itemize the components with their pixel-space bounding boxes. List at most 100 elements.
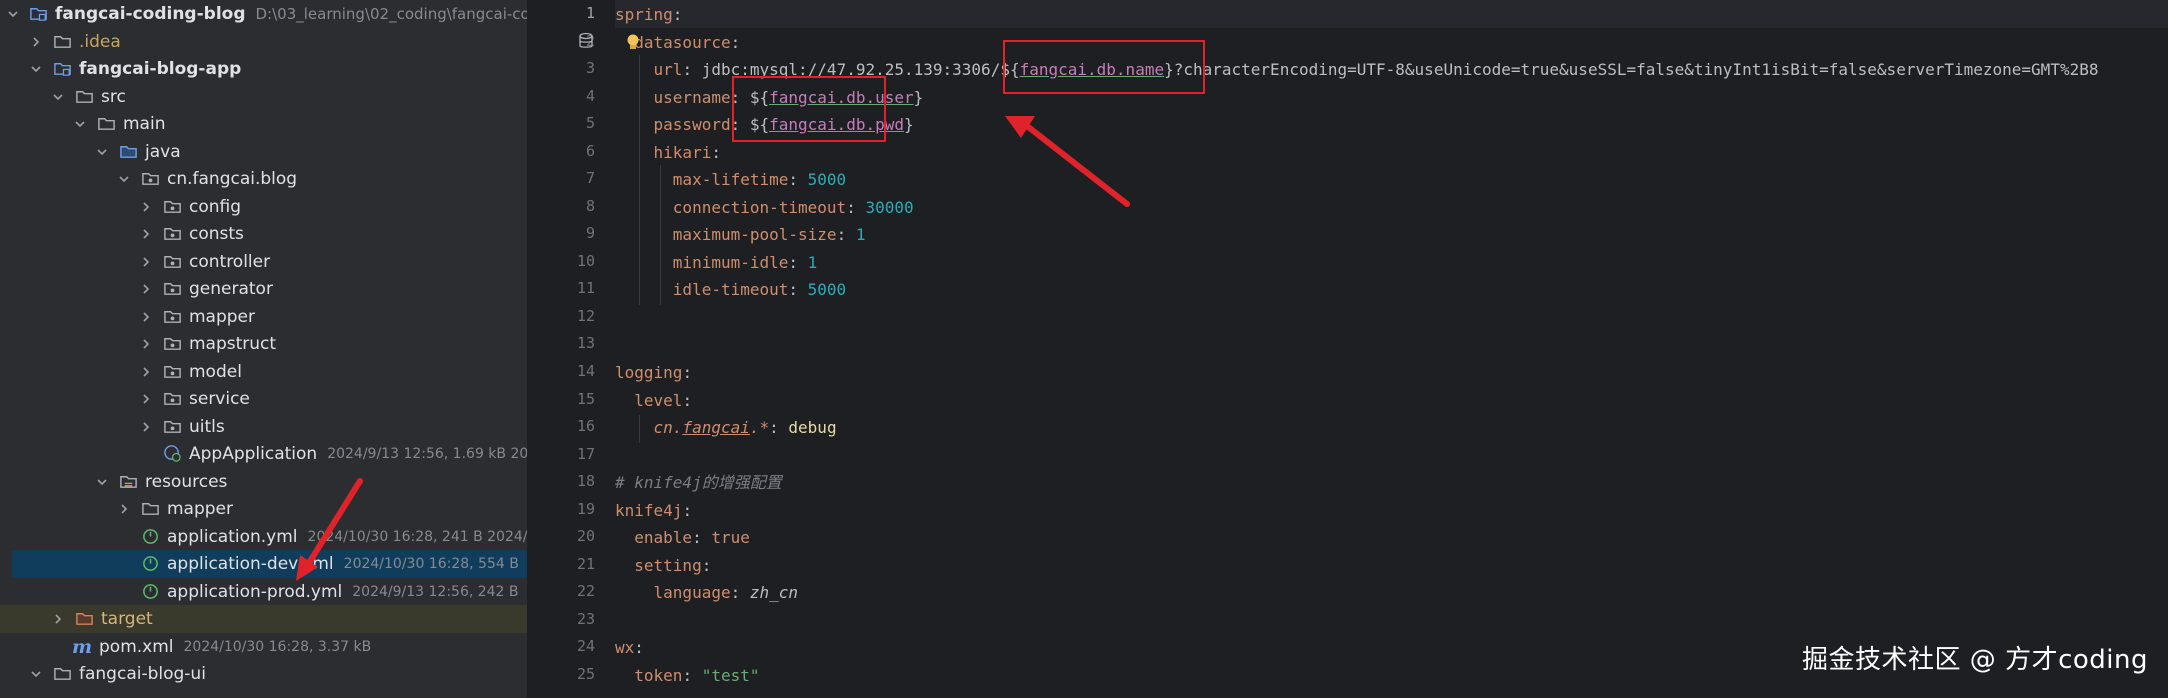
- tree-label: src: [101, 86, 126, 107]
- chevron-right-icon[interactable]: [138, 336, 154, 352]
- module-folder-icon: [28, 4, 48, 24]
- tree-item-package-model[interactable]: model: [0, 358, 527, 386]
- code-line-16[interactable]: cn.fangcai.*: debug: [615, 414, 837, 442]
- chevron-down-icon[interactable]: [94, 474, 110, 490]
- package-icon: [162, 389, 182, 409]
- code-line-6[interactable]: hikari:: [615, 139, 721, 167]
- tree-label: java: [145, 141, 181, 162]
- tree-item-resources[interactable]: resources: [0, 468, 527, 496]
- code-line-24[interactable]: wx:: [615, 634, 644, 662]
- yaml-key: language: [653, 583, 731, 602]
- chevron-down-icon[interactable]: [72, 116, 88, 132]
- chevron-down-icon[interactable]: [28, 61, 44, 77]
- yaml-key: max-lifetime: [672, 170, 789, 189]
- code-editor[interactable]: 1 2 3 4 5 6 7 8 9 10 11 12 13 14 15 16 1…: [527, 0, 2168, 698]
- code-line-25[interactable]: token: "test": [615, 662, 759, 690]
- yaml-key: cn.: [653, 418, 683, 437]
- tree-item-target[interactable]: target: [0, 605, 527, 633]
- tree-item-src[interactable]: src: [0, 83, 527, 111]
- code-line-18[interactable]: # knife4j的增强配置: [615, 469, 782, 497]
- chevron-right-icon[interactable]: [138, 419, 154, 435]
- yaml-key: datasource: [634, 33, 731, 52]
- tree-item-package-uitls[interactable]: uitls: [0, 413, 527, 441]
- yaml-comment: # knife4j的增强配置: [615, 473, 782, 492]
- tree-item-package-consts[interactable]: consts: [0, 220, 527, 248]
- tree-label: config: [189, 196, 242, 217]
- code-line-1[interactable]: spring:: [615, 1, 682, 29]
- tree-item-java[interactable]: java: [0, 138, 527, 166]
- code-line-8[interactable]: connection-timeout: 30000: [615, 194, 914, 222]
- code-line-21[interactable]: setting:: [615, 552, 711, 580]
- tree-label: mapstruct: [189, 333, 277, 354]
- tree-item-main[interactable]: main: [0, 110, 527, 138]
- code-line-11[interactable]: idle-timeout: 5000: [615, 276, 846, 304]
- tree-item-pom[interactable]: m pom.xml 2024/10/30 16:28, 3.37 kB: [0, 633, 527, 661]
- line-number: 16: [576, 417, 595, 435]
- tree-item-ui-module[interactable]: fangcai-blog-ui: [0, 660, 527, 688]
- yaml-key: url: [653, 60, 683, 79]
- database-icon[interactable]: [577, 32, 595, 56]
- code-line-19[interactable]: knife4j:: [615, 497, 692, 525]
- chevron-down-icon[interactable]: [28, 666, 44, 682]
- tree-label: fangcai-blog-app: [79, 58, 242, 79]
- tree-item-package-config[interactable]: config: [0, 193, 527, 221]
- yaml-value: }: [913, 88, 924, 107]
- tree-item-application-dev-yml[interactable]: application-dev.yml 2024/10/30 16:28, 55…: [12, 550, 527, 578]
- chevron-down-icon[interactable]: [6, 6, 20, 22]
- current-line-highlight: [527, 0, 2168, 28]
- yaml-key: spring: [615, 5, 673, 24]
- line-number: 12: [576, 307, 595, 325]
- tree-item-package-controller[interactable]: controller: [0, 248, 527, 276]
- chevron-down-icon[interactable]: [50, 89, 66, 105]
- tree-item-package-mapper[interactable]: mapper: [0, 303, 527, 331]
- line-number: 3: [585, 59, 595, 77]
- tree-item-app-module[interactable]: fangcai-blog-app: [0, 55, 527, 83]
- line-number: 25: [576, 665, 595, 683]
- line-number: 9: [585, 224, 595, 242]
- file-meta: 2024/9/13 12:56, 1.69 kB 2024/9: [327, 445, 527, 462]
- tree-item-idea[interactable]: .idea: [0, 28, 527, 56]
- chevron-down-icon[interactable]: [116, 171, 132, 187]
- chevron-right-icon[interactable]: [138, 281, 154, 297]
- tree-label: application.yml: [167, 526, 298, 547]
- tree-item-package-service[interactable]: service: [0, 385, 527, 413]
- chevron-right-icon[interactable]: [138, 309, 154, 325]
- code-line-10[interactable]: minimum-idle: 1: [615, 249, 818, 277]
- code-line-9[interactable]: maximum-pool-size: 1: [615, 221, 866, 249]
- tree-item-package[interactable]: cn.fangcai.blog: [0, 165, 527, 193]
- spring-boot-class-icon: [162, 444, 182, 464]
- yaml-key: wx: [615, 638, 635, 657]
- chevron-right-icon[interactable]: [28, 34, 44, 50]
- project-tree[interactable]: fangcai-coding-blog D:\03_learning\02_co…: [0, 0, 527, 698]
- chevron-right-icon[interactable]: [138, 391, 154, 407]
- package-icon: [162, 334, 182, 354]
- code-line-22[interactable]: language: zh_cn: [615, 579, 799, 607]
- lightbulb-icon[interactable]: [625, 33, 641, 57]
- tree-label: resources: [145, 471, 228, 492]
- tree-item-package-mapstruct[interactable]: mapstruct: [0, 330, 527, 358]
- code-line-7[interactable]: max-lifetime: 5000: [615, 166, 846, 194]
- tree-item-application-prod-yml[interactable]: application-prod.yml 2024/9/13 12:56, 24…: [0, 578, 527, 606]
- tree-root[interactable]: fangcai-coding-blog D:\03_learning\02_co…: [0, 0, 527, 28]
- chevron-right-icon[interactable]: [138, 364, 154, 380]
- tree-item-package-generator[interactable]: generator: [0, 275, 527, 303]
- tree-item-app-class[interactable]: AppApplication 2024/9/13 12:56, 1.69 kB …: [0, 440, 527, 468]
- chevron-right-icon[interactable]: [138, 199, 154, 215]
- chevron-right-icon[interactable]: [138, 226, 154, 242]
- yaml-value: }?characterEncoding=UTF-8&useUnicode=tru…: [1164, 60, 2099, 79]
- folder-icon: [52, 664, 72, 684]
- chevron-right-icon[interactable]: [50, 611, 66, 627]
- tree-item-application-yml[interactable]: application.yml 2024/10/30 16:28, 241 B …: [0, 523, 527, 551]
- code-line-20[interactable]: enable: true: [615, 524, 750, 552]
- code-line-14[interactable]: logging:: [615, 359, 692, 387]
- line-number: 5: [585, 114, 595, 132]
- source-folder-icon: [118, 142, 138, 162]
- yaml-key: logging: [615, 363, 683, 382]
- package-icon: [162, 224, 182, 244]
- tree-item-res-mapper[interactable]: mapper: [0, 495, 527, 523]
- code-line-15[interactable]: level:: [615, 387, 692, 415]
- chevron-right-icon[interactable]: [138, 254, 154, 270]
- chevron-down-icon[interactable]: [94, 144, 110, 160]
- chevron-right-icon[interactable]: [116, 501, 132, 517]
- tree-label: controller: [189, 251, 271, 272]
